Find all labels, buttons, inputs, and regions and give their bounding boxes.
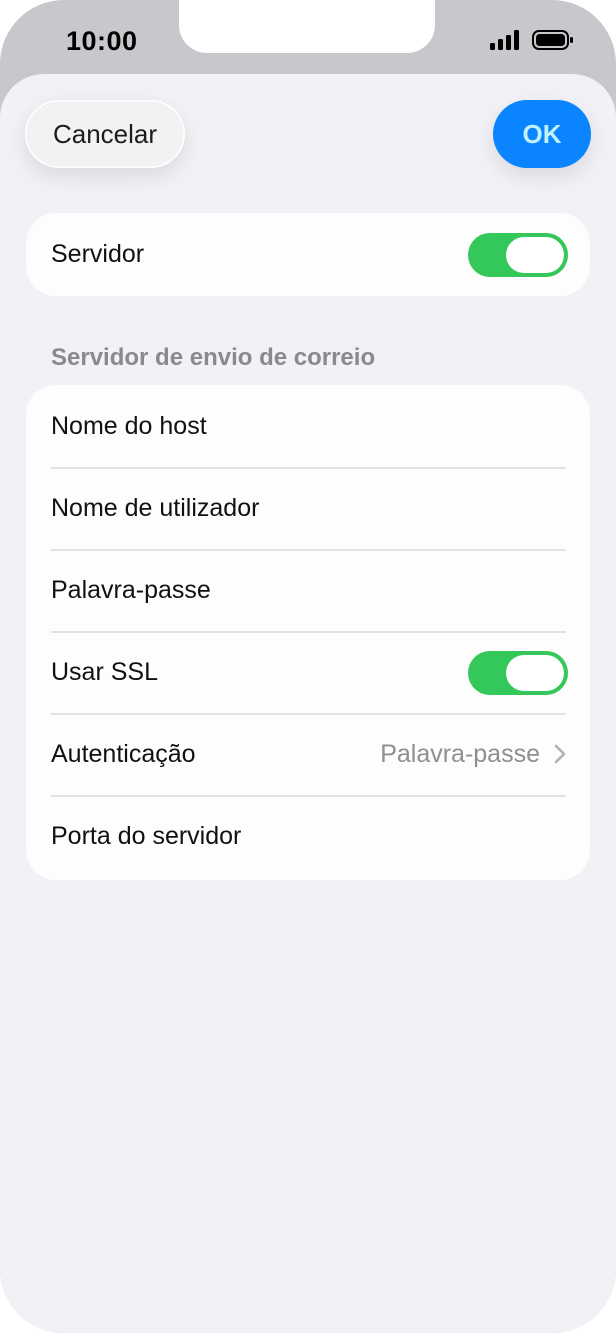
- outgoing-server-card: Nome do host Nome de utilizador Palavra-…: [26, 385, 590, 880]
- toggle-knob: [506, 237, 564, 273]
- username-row[interactable]: Nome de utilizador: [26, 467, 590, 549]
- signal-icon: [490, 30, 519, 50]
- server-card: Servidor: [26, 213, 590, 296]
- password-label: Palavra-passe: [51, 575, 211, 604]
- cancel-button[interactable]: Cancelar: [25, 100, 185, 168]
- ok-button[interactable]: OK: [493, 100, 591, 168]
- status-time: 10:00: [66, 26, 138, 56]
- authentication-value-group: Palavra-passe: [380, 740, 566, 769]
- notch: [179, 0, 435, 53]
- server-toggle[interactable]: [468, 233, 568, 277]
- status-icons: [490, 30, 574, 50]
- section-header-outgoing: Servidor de envio de correio: [51, 344, 376, 371]
- authentication-label: Autenticação: [51, 739, 196, 768]
- hostname-label: Nome do host: [51, 411, 207, 440]
- password-row[interactable]: Palavra-passe: [26, 549, 590, 631]
- server-port-row[interactable]: Porta do servidor: [26, 795, 590, 877]
- server-port-label: Porta do servidor: [51, 821, 242, 850]
- authentication-row[interactable]: Autenticação Palavra-passe: [26, 713, 590, 795]
- phone-frame: 10:00 Cancelar OK Servidor Servidor de e…: [0, 0, 616, 1333]
- use-ssl-row: Usar SSL: [26, 631, 590, 713]
- use-ssl-label: Usar SSL: [51, 657, 158, 686]
- server-label: Servidor: [51, 239, 145, 268]
- authentication-value: Palavra-passe: [380, 739, 540, 768]
- server-row[interactable]: Servidor: [26, 213, 590, 295]
- use-ssl-toggle[interactable]: [468, 651, 568, 695]
- username-label: Nome de utilizador: [51, 493, 260, 522]
- toggle-knob: [506, 655, 564, 691]
- hostname-row[interactable]: Nome do host: [26, 385, 590, 467]
- battery-icon: [532, 30, 573, 50]
- chevron-right-icon: [554, 744, 566, 764]
